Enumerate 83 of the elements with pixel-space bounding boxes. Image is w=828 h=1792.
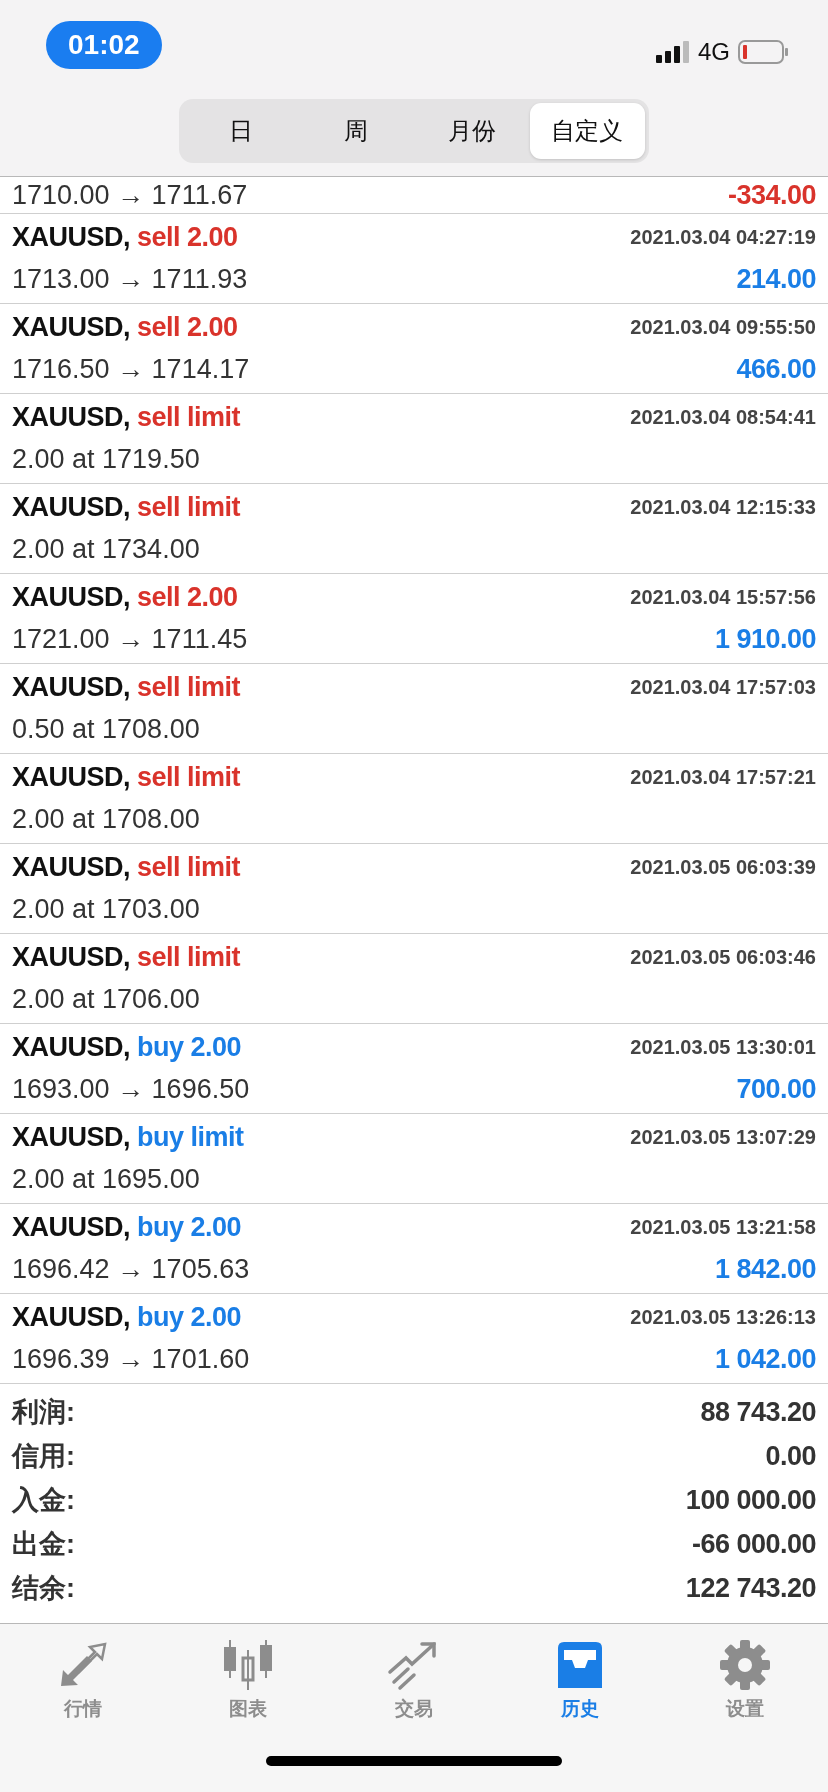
period-tab[interactable]: 周 bbox=[298, 103, 414, 159]
order-symbol: XAUUSD, bbox=[12, 312, 130, 343]
order-type: sell limit bbox=[137, 672, 241, 703]
summary-value: -66 000.00 bbox=[691, 1528, 816, 1560]
order-symbol: XAUUSD, bbox=[12, 402, 130, 433]
battery-icon bbox=[738, 40, 788, 64]
order-time: 2021.03.04 17:57:03 bbox=[630, 676, 816, 699]
order-type: buy 2.00 bbox=[137, 1302, 242, 1333]
order-price: 1696.42 → 1705.63 bbox=[12, 1254, 250, 1285]
order-time: 2021.03.04 09:55:50 bbox=[630, 316, 816, 339]
order-profit: 214.00 bbox=[736, 264, 816, 295]
order-price: 2.00 at 1719.50 bbox=[12, 444, 200, 475]
order-type: buy limit bbox=[137, 1122, 244, 1153]
order-symbol: XAUUSD, bbox=[12, 852, 130, 883]
order-time: 2021.03.04 17:57:21 bbox=[630, 766, 816, 789]
order-time: 2021.03.04 08:54:41 bbox=[630, 406, 816, 429]
order-profit: 1 910.00 bbox=[714, 624, 816, 655]
order-type: sell limit bbox=[137, 762, 241, 793]
order-symbol: XAUUSD, bbox=[12, 762, 130, 793]
order-time: 2021.03.04 04:27:19 bbox=[630, 226, 816, 249]
status-time: 01:02 bbox=[46, 21, 162, 69]
summary-label: 入金: bbox=[12, 1484, 75, 1517]
order-profit: 1 842.00 bbox=[714, 1254, 816, 1285]
order-time: 2021.03.04 15:57:56 bbox=[630, 586, 816, 609]
order-price: 2.00 at 1706.00 bbox=[12, 984, 200, 1015]
period-tab[interactable]: 日 bbox=[183, 103, 299, 159]
tab-bar-item[interactable]: 历史 bbox=[519, 1638, 640, 1722]
summary-label: 利润: bbox=[12, 1396, 75, 1429]
period-tab[interactable]: 月份 bbox=[414, 103, 530, 159]
tab-bar-item[interactable]: 交易 bbox=[354, 1638, 474, 1722]
order-profit: 700.00 bbox=[736, 1074, 816, 1105]
order-time: 2021.03.05 13:21:58 bbox=[630, 1216, 816, 1239]
order-symbol: XAUUSD, bbox=[12, 1302, 130, 1333]
order-symbol: XAUUSD, bbox=[12, 1212, 130, 1243]
order-type: sell 2.00 bbox=[137, 582, 238, 613]
period-tab[interactable]: 自定义 bbox=[529, 103, 645, 159]
order-symbol: XAUUSD, bbox=[12, 1032, 130, 1063]
summary-value: 88 743.20 bbox=[700, 1396, 816, 1428]
order-profit: 466.00 bbox=[736, 354, 816, 385]
summary-value: 0.00 bbox=[765, 1440, 816, 1472]
network-label: 4G bbox=[698, 38, 730, 66]
order-price: 0.50 at 1708.00 bbox=[12, 714, 200, 745]
order-time: 2021.03.05 06:03:39 bbox=[630, 856, 816, 879]
order-price: 2.00 at 1734.00 bbox=[12, 534, 200, 565]
summary-label: 出金: bbox=[12, 1528, 75, 1561]
order-price: 1710.00 → 1711.67 bbox=[12, 179, 248, 211]
order-type: sell limit bbox=[137, 852, 241, 883]
tab-bar-item[interactable]: 图表 bbox=[188, 1638, 309, 1722]
order-price: 2.00 at 1708.00 bbox=[12, 804, 200, 835]
order-time: 2021.03.04 12:15:33 bbox=[630, 496, 816, 519]
order-type: sell limit bbox=[137, 492, 241, 523]
order-type: sell limit bbox=[137, 402, 241, 433]
order-type: buy 2.00 bbox=[137, 1212, 242, 1243]
order-symbol: XAUUSD, bbox=[12, 1122, 130, 1153]
order-symbol: XAUUSD, bbox=[12, 672, 130, 703]
order-profit: 1 042.00 bbox=[714, 1344, 816, 1375]
order-type: sell limit bbox=[137, 942, 241, 973]
summary-value: 100 000.00 bbox=[685, 1484, 816, 1516]
tab-bar-item[interactable]: 设置 bbox=[685, 1638, 806, 1722]
order-symbol: XAUUSD, bbox=[12, 942, 130, 973]
order-type: buy 2.00 bbox=[137, 1032, 242, 1063]
tab-bar-item[interactable]: 行情 bbox=[22, 1638, 143, 1722]
signal-icon bbox=[656, 41, 690, 63]
order-price: 1721.00 → 1711.45 bbox=[12, 624, 248, 655]
order-price: 2.00 at 1695.00 bbox=[12, 1164, 200, 1195]
order-type: sell 2.00 bbox=[137, 222, 238, 253]
order-time: 2021.03.05 13:26:13 bbox=[630, 1306, 816, 1329]
order-symbol: XAUUSD, bbox=[12, 582, 130, 613]
order-symbol: XAUUSD, bbox=[12, 222, 130, 253]
order-price: 1716.50 → 1714.17 bbox=[12, 354, 250, 385]
order-symbol: XAUUSD, bbox=[12, 492, 130, 523]
order-time: 2021.03.05 13:30:01 bbox=[630, 1036, 816, 1059]
order-price: 1693.00 → 1696.50 bbox=[12, 1074, 250, 1105]
summary-value: 122 743.20 bbox=[685, 1572, 816, 1604]
summary-label: 信用: bbox=[12, 1440, 75, 1473]
order-type: sell 2.00 bbox=[137, 312, 238, 343]
order-price: 1713.00 → 1711.93 bbox=[12, 264, 248, 295]
order-price: 2.00 at 1703.00 bbox=[12, 894, 200, 925]
summary-label: 结余: bbox=[12, 1572, 75, 1605]
order-time: 2021.03.05 06:03:46 bbox=[630, 946, 816, 969]
order-time: 2021.03.05 13:07:29 bbox=[630, 1126, 816, 1149]
order-price: 1696.39 → 1701.60 bbox=[12, 1344, 250, 1375]
order-profit: -334.00 bbox=[727, 179, 816, 211]
